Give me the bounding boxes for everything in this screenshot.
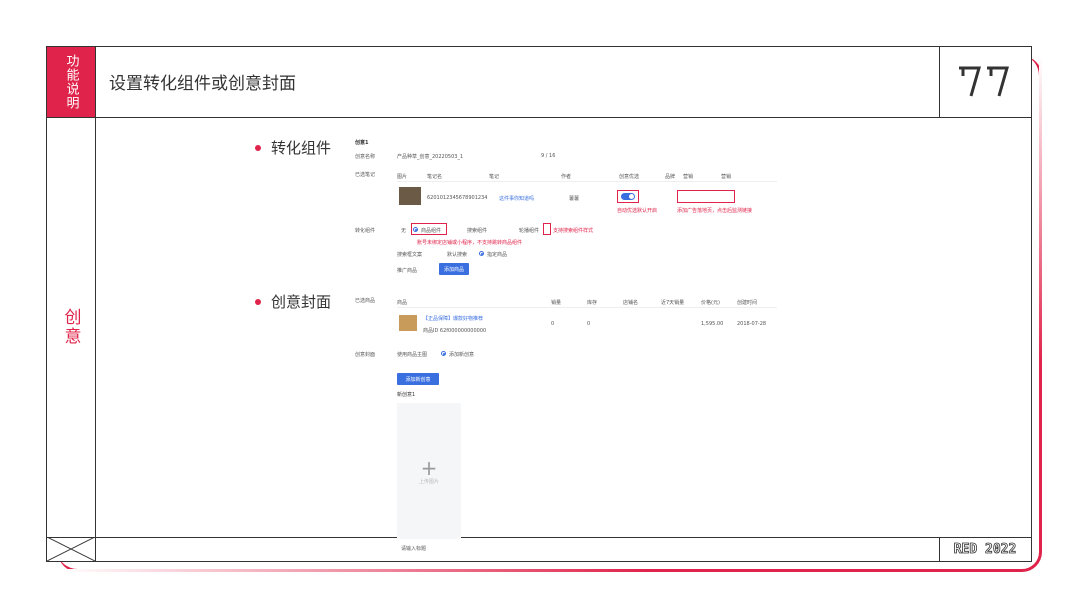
promo-goods-label: 推广商品 — [397, 268, 418, 274]
cover-use-main[interactable]: 使用商品主图 — [397, 351, 427, 358]
note-title-link[interactable]: 这件事你知道吗 — [499, 195, 534, 202]
plus-icon: + — [420, 455, 438, 480]
highlight-box — [617, 190, 639, 203]
goods-col: 库存 — [587, 300, 598, 306]
radio-specified[interactable] — [479, 251, 484, 256]
creative-title: 创意1 — [355, 140, 369, 146]
goods-date: 2018-07-28 — [737, 321, 767, 327]
search-text-label: 搜索框文案 — [397, 252, 423, 258]
new-creative-title: 新创意1 — [397, 392, 416, 398]
divider — [47, 117, 1031, 118]
goods-col: 商品 — [397, 300, 408, 306]
notes-col: 作者 — [561, 174, 572, 180]
cover-new[interactable]: 添加新创意 — [449, 351, 474, 358]
goods-sales: 0 — [551, 321, 555, 327]
form-screenshot: 创意1 创意名称 产品种草_创意_20220503_1 9 / 16 已选笔记 … — [351, 127, 781, 552]
goods-col: 创建时间 — [737, 300, 758, 306]
page-title: 设置转化组件或创意封面 — [109, 74, 296, 94]
highlight-box — [411, 223, 447, 235]
goods-col: 近7天销量 — [661, 300, 685, 306]
goods-id: 商品ID 62f000000000000 — [423, 328, 487, 334]
char-count: 9 / 16 — [541, 153, 556, 159]
component-none[interactable]: 无 — [401, 227, 406, 234]
highlight-box — [677, 190, 735, 203]
goods-col: 销量 — [551, 300, 562, 306]
search-specified[interactable]: 指定商品 — [487, 251, 507, 258]
quote-icon — [939, 47, 1031, 117]
bullet-conversion: 转化组件 — [255, 137, 331, 158]
row-divider — [397, 181, 777, 182]
radio-new-cover[interactable] — [441, 351, 446, 356]
divider — [95, 47, 96, 561]
caption-hint: 请输入标题 — [401, 546, 427, 552]
cover-label: 创意封面 — [355, 352, 376, 358]
category-label: 功能说明 — [47, 47, 95, 117]
goods-col: 店铺名 — [623, 300, 639, 306]
hint-component: 账号未绑定店铺或小程序，不支持跳转商品组件 — [417, 240, 523, 246]
notes-col: 笔记 — [489, 174, 500, 180]
goods-col: 价格(元) — [701, 300, 720, 306]
component-search[interactable]: 搜索组件 — [467, 227, 487, 234]
add-cover-button[interactable]: 添加新创意 — [397, 373, 439, 385]
selected-goods-label: 已选商品 — [355, 298, 376, 304]
notes-col: 营销 — [721, 174, 732, 180]
slide-card: 功能说明 设置转化组件或创意封面 创意 RED 2022 转化组件 创意封面 创… — [46, 46, 1032, 562]
row-divider — [397, 307, 777, 308]
goods-name-link[interactable]: 【正品保障】爆款好物推荐 — [423, 315, 483, 322]
hint-link: 添加广告落地页，点击后监测链接 — [677, 208, 753, 214]
creative-name-input[interactable]: 产品种草_创意_20220503_1 — [397, 153, 463, 160]
section-label: 创意 — [60, 308, 81, 346]
cross-icon — [46, 536, 96, 562]
selected-notes-label: 已选笔记 — [355, 172, 376, 178]
component-label: 转化组件 — [355, 228, 376, 234]
notes-col: 营销 — [683, 174, 694, 180]
note-author: 薯薯 — [569, 196, 580, 202]
note-id: 6201012345678901234 — [427, 195, 488, 201]
hint-optimize: 自动优选默认开启 — [617, 208, 658, 214]
upload-area[interactable]: + 上传图片 — [397, 403, 461, 539]
notes-col: 品牌 — [665, 174, 676, 180]
component-carousel[interactable]: 轮播组件 — [519, 227, 539, 234]
goods-price: 1,595.00 — [701, 321, 724, 327]
search-default[interactable]: 默认搜索 — [447, 251, 467, 258]
note-thumbnail — [399, 187, 421, 205]
goods-stock: 0 — [587, 321, 591, 327]
notes-col: 笔记名 — [427, 174, 443, 180]
divider — [47, 537, 1031, 538]
bullet-dot-icon — [255, 144, 261, 151]
notes-col: 创意优选 — [619, 174, 640, 180]
hint-carousel: 支持搜索组件样式 — [553, 228, 594, 234]
bullet-dot-icon — [255, 298, 261, 305]
bullet-cover: 创意封面 — [255, 291, 331, 312]
notes-col: 图片 — [397, 174, 408, 180]
goods-thumbnail — [399, 315, 417, 331]
add-goods-button[interactable]: 添加商品 — [439, 263, 469, 275]
creative-name-label: 创意名称 — [355, 154, 376, 160]
brand-tag: RED 2022 — [953, 541, 1017, 557]
highlight-box — [543, 223, 551, 235]
